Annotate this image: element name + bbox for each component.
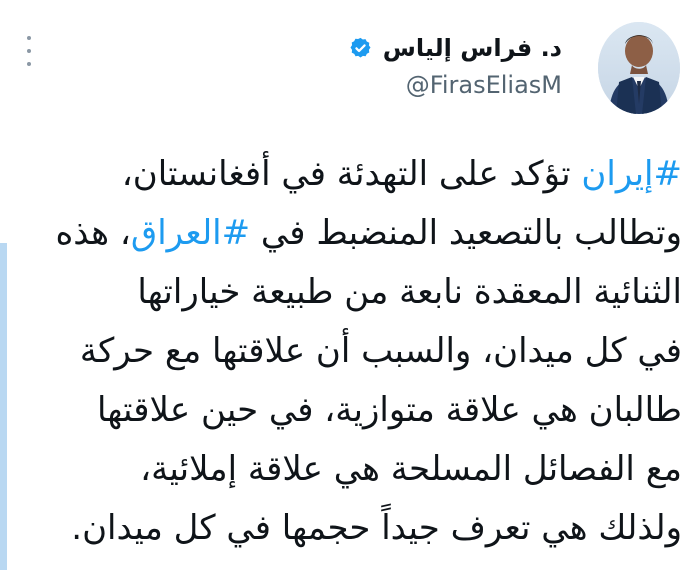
more-options-button[interactable]	[22, 36, 36, 66]
user-meta: د. فراس إلياس @FirasEliasM	[242, 30, 562, 99]
tweet-line-1: #إيران تؤكد على التهدئة في أفغانستان،	[40, 145, 682, 204]
profile-photo	[598, 22, 680, 114]
tweet-line-5: طالبان هي علاقة متوازية، في حين علاقتها	[97, 390, 682, 430]
more-dot-icon	[27, 36, 31, 40]
tweet-line-2: وتطالب بالتصعيد المنضبط في #العراق، هذه	[40, 204, 682, 263]
tweet-line-7: ولذلك هي تعرف جيداً حجمها في كل ميدان.	[71, 508, 682, 548]
tweet-line-2-start: وتطالب بالتصعيد المنضبط في	[250, 213, 682, 253]
hashtag-iran[interactable]: #إيران	[581, 154, 682, 194]
tweet-body: #إيران تؤكد على التهدئة في أفغانستان، وت…	[40, 145, 682, 558]
verified-badge-svg	[350, 37, 371, 57]
more-dot-icon	[27, 62, 31, 66]
tweet-line-6: مع الفصائل المسلحة هي علاقة إملائية،	[140, 449, 682, 489]
more-dot-icon	[27, 49, 31, 53]
hashtag-iraq[interactable]: #العراق	[131, 213, 250, 253]
display-name[interactable]: د. فراس إلياس	[383, 34, 562, 62]
avatar[interactable]	[598, 22, 680, 114]
tweet-line-4: في كل ميدان، والسبب أن علاقتها مع حركة	[79, 331, 682, 371]
tweet-line-2-end: ، هذه	[55, 213, 131, 253]
tweet-line-3: الثنائية المعقدة نابعة من طبيعة خياراتها	[137, 272, 682, 312]
user-handle[interactable]: @FirasEliasM	[242, 71, 562, 99]
left-accent-bar	[0, 243, 7, 570]
name-row: د. فراس إلياس	[242, 30, 562, 66]
verified-icon	[348, 36, 373, 61]
tweet-line-1-text: تؤكد على التهدئة في أفغانستان،	[121, 154, 582, 194]
